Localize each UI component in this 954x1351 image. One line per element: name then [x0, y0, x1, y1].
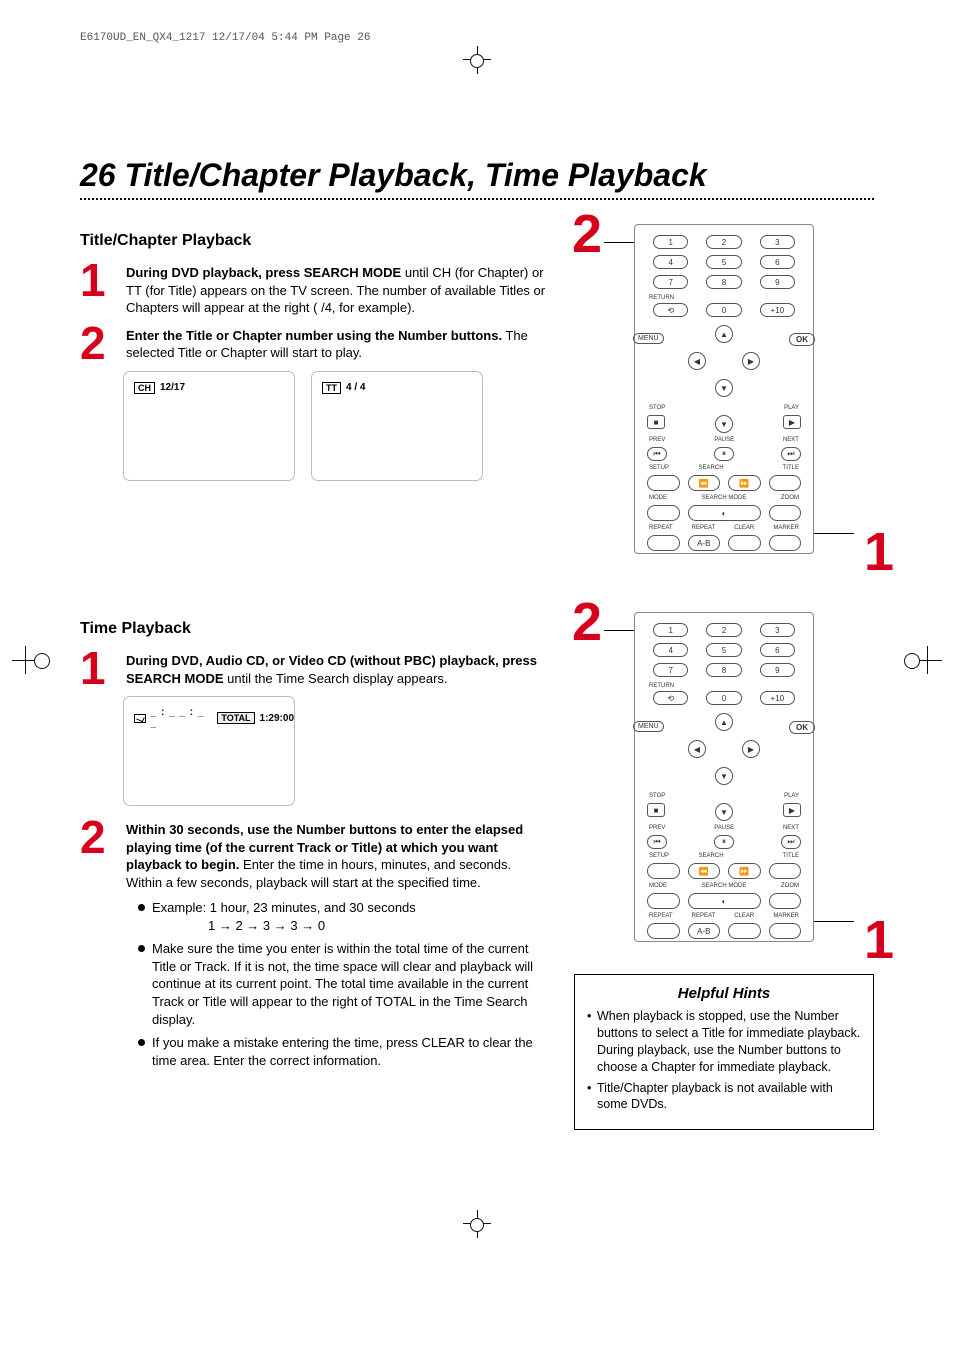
step-number: 2: [80, 819, 116, 891]
osd-title-display: TT 4 / 4: [312, 372, 482, 480]
callout-1b: 1: [864, 922, 894, 960]
print-meta: E6170UD_EN_QX4_1217 12/17/04 5:44 PM Pag…: [80, 32, 370, 44]
osd-ch-value: 12/17: [160, 382, 185, 393]
step-number: 1: [80, 262, 116, 317]
prev-button: ⏮: [647, 447, 667, 461]
down-arrow: ▼: [715, 379, 733, 397]
osd-chapter-display: CH 12/17: [124, 372, 294, 480]
right-arrow: ▶: [742, 352, 760, 370]
next-button: ⏭: [781, 447, 801, 461]
stop-button: ■: [647, 415, 665, 429]
callout-2: 2: [572, 216, 602, 254]
callout-1: 1: [864, 534, 894, 572]
osd-tt-value: 4 / 4: [346, 382, 365, 393]
remote-key-1: 1: [653, 235, 688, 249]
menu-button: MENU: [633, 333, 664, 344]
osd-time-display: _ : _ _ : _ _ TOTAL 1:29:00: [124, 697, 294, 805]
down-arrow-2: ▼: [715, 415, 733, 433]
page-title: 26 Title/Chapter Playback, Time Playback: [80, 157, 874, 194]
bullet-total-time: Make sure the time you enter is within t…: [138, 940, 550, 1028]
left-arrow: ◀: [688, 352, 706, 370]
title-rule: [80, 198, 874, 200]
osd-tt-label: TT: [322, 382, 341, 394]
bullet-clear: If you make a mistake entering the time,…: [138, 1034, 550, 1069]
time-blank: _ : _ _ : _ _: [151, 707, 213, 729]
clock-icon: [134, 714, 146, 723]
ok-button: OK: [789, 333, 815, 346]
step2-text: Enter the Title or Chapter number using …: [126, 327, 550, 362]
step2b-text: Within 30 seconds, use the Number button…: [126, 821, 550, 891]
total-value: 1:29:00: [260, 713, 294, 724]
section2-heading: Time Playback: [80, 620, 550, 638]
hints-title: Helpful Hints: [587, 985, 861, 1002]
pause-button: ⏸: [714, 447, 734, 461]
section1-heading: Title/Chapter Playback: [80, 232, 550, 250]
callout-2b: 2: [572, 604, 602, 642]
return-button: ⟲: [653, 303, 688, 317]
hint-item: When playback is stopped, use the Number…: [587, 1008, 861, 1076]
step1b-text: During DVD, Audio CD, or Video CD (witho…: [126, 652, 550, 687]
up-arrow: ▲: [715, 325, 733, 343]
remote-illustration-2: 2 123 456 789 RETURN ⟲ 0 +10: [574, 612, 874, 952]
step1-text: During DVD playback, press SEARCH MODE u…: [126, 264, 550, 317]
step-number: 2: [80, 325, 116, 362]
remote-illustration-1: 2 123 456 789 RETURN ⟲ 0 +10: [574, 224, 874, 564]
play-button: ▶: [783, 415, 801, 429]
total-label: TOTAL: [217, 712, 254, 724]
step-number: 1: [80, 650, 116, 687]
hint-item: Title/Chapter playback is not available …: [587, 1080, 861, 1114]
helpful-hints-box: Helpful Hints When playback is stopped, …: [574, 974, 874, 1130]
osd-ch-label: CH: [134, 382, 155, 394]
example-bullet: Example: 1 hour, 23 minutes, and 30 seco…: [138, 899, 550, 934]
example-sequence: 1 → 2 → 3 → 3 → 0: [208, 917, 550, 935]
